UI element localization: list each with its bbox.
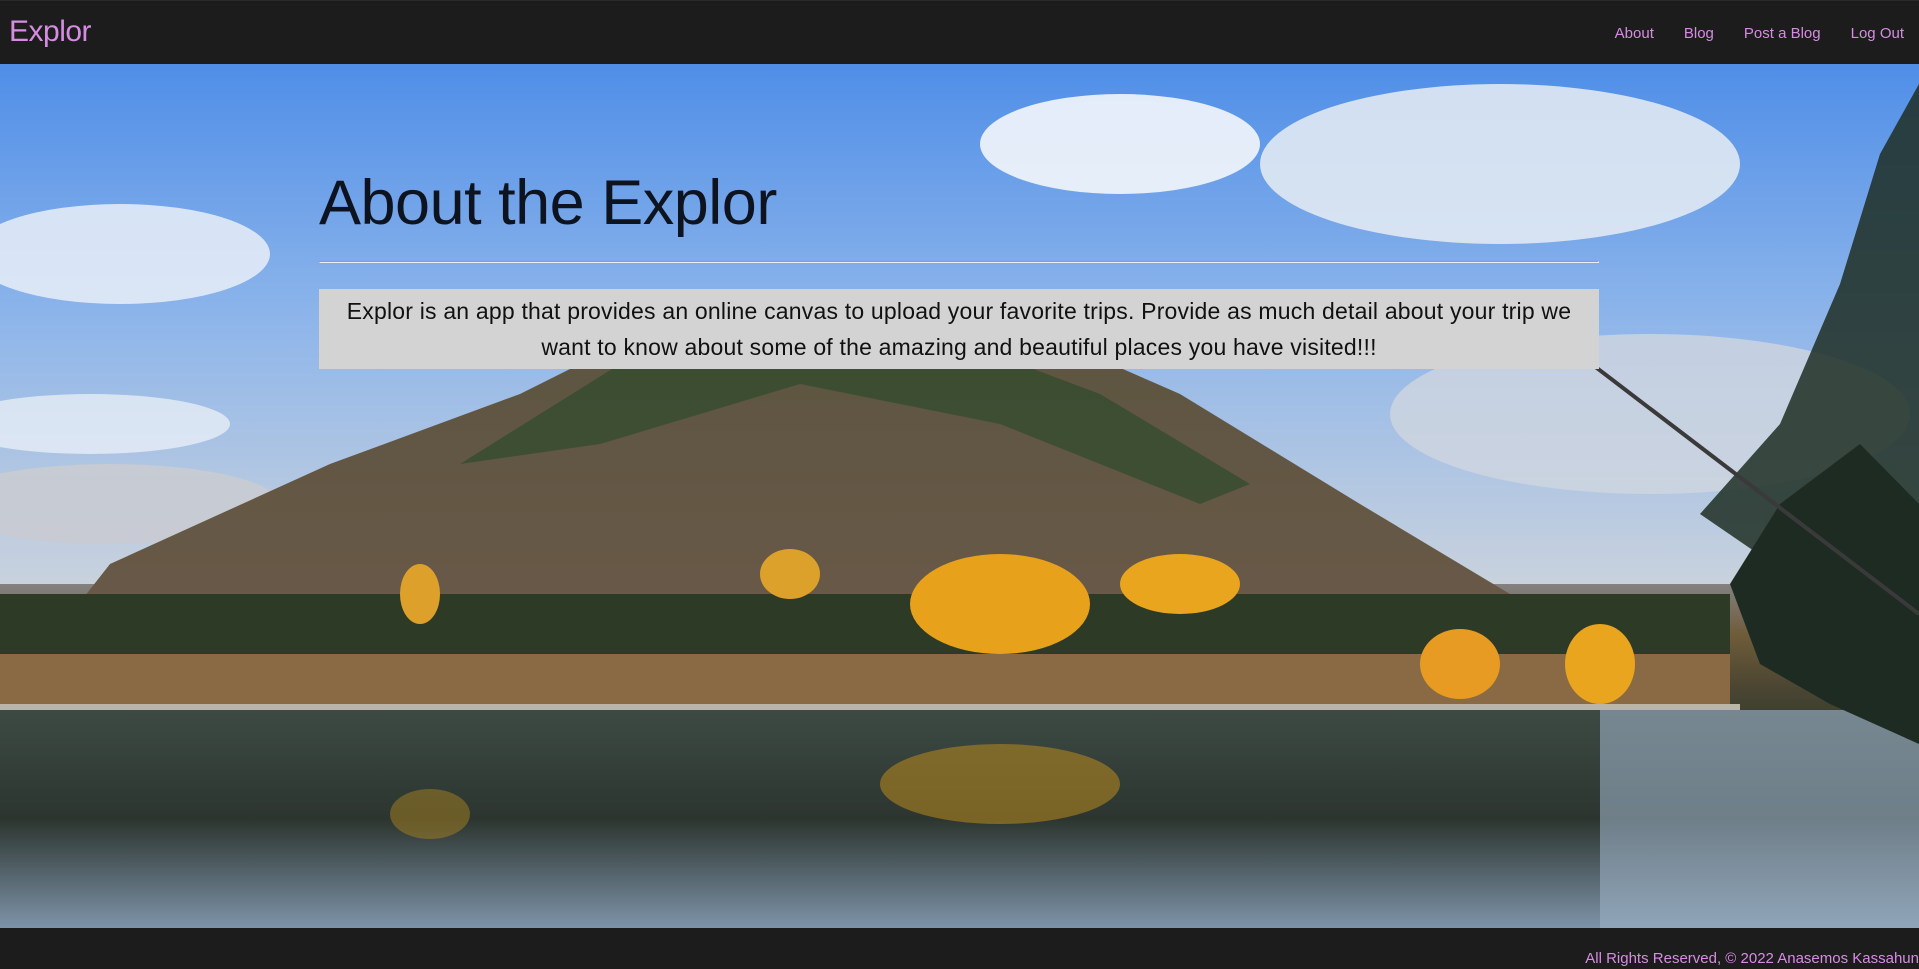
about-description: Explor is an app that provides an online… <box>319 289 1599 369</box>
brand-logo-link[interactable]: Explor <box>9 15 92 49</box>
page-title: About the Explor <box>319 168 777 238</box>
footer-copyright: All Rights Reserved, © 2022 Anasemos Kas… <box>1585 950 1919 967</box>
nav-link-log-out[interactable]: Log Out <box>1851 25 1904 42</box>
hero-background: About the Explor Explor is an app that p… <box>0 64 1919 928</box>
about-section: About the Explor Explor is an app that p… <box>319 172 1599 369</box>
nav-link-blog[interactable]: Blog <box>1684 25 1714 42</box>
nav-link-about[interactable]: About <box>1615 25 1654 42</box>
title-divider <box>319 261 1599 263</box>
navbar: Explor About Blog Post a Blog Log Out <box>0 0 1919 64</box>
nav-links: About Blog Post a Blog Log Out <box>1585 25 1904 42</box>
footer: All Rights Reserved, © 2022 Anasemos Kas… <box>0 928 1919 969</box>
nav-link-post-a-blog[interactable]: Post a Blog <box>1744 25 1821 42</box>
